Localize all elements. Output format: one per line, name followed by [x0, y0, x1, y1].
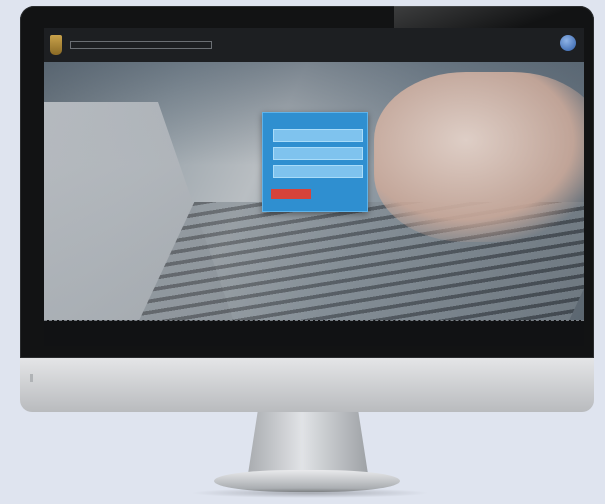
chin-mark — [30, 374, 33, 382]
hero-background — [44, 62, 584, 332]
gold-emblem-icon — [50, 35, 62, 55]
login-card — [262, 112, 368, 212]
login-button[interactable] — [271, 189, 311, 199]
stand-shadow — [190, 488, 430, 498]
site-header — [44, 28, 584, 62]
site-title — [70, 41, 212, 49]
globe-icon[interactable] — [560, 35, 576, 51]
username-input[interactable] — [273, 129, 363, 142]
captcha-input[interactable] — [273, 165, 363, 178]
monitor-chin — [20, 358, 594, 412]
monitor-stand-neck — [248, 412, 368, 474]
monitor-screen — [44, 28, 584, 346]
site-footer — [44, 320, 584, 346]
password-input[interactable] — [273, 147, 363, 160]
hand-image — [374, 72, 584, 242]
